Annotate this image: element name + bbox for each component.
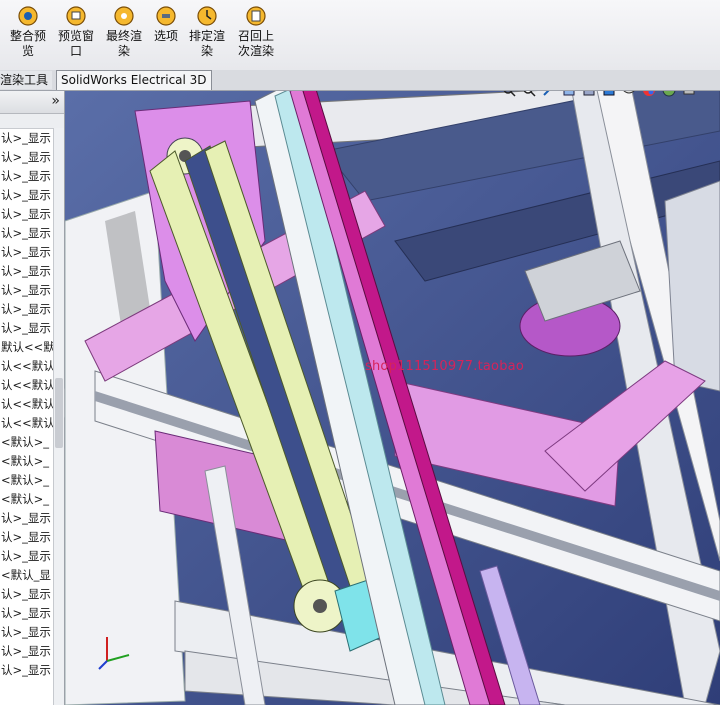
heads-up-view-toolbar xyxy=(502,91,696,101)
previous-view-icon[interactable] xyxy=(542,91,556,97)
edit-appearance-icon[interactable] xyxy=(642,91,656,97)
tree-scroll-thumb[interactable] xyxy=(55,378,63,448)
hide-show-icon[interactable] xyxy=(622,91,636,97)
tree-filter-strip xyxy=(0,114,64,129)
preview-window-label: 预览窗 口 xyxy=(57,29,94,58)
render-ribbon: 整合预 览 预览窗 口 最终渲 染 选项 排定渲 染 召回上 次渲染 xyxy=(0,0,720,71)
command-tabs: 渲染工具 SolidWorks Electrical 3D xyxy=(0,70,720,91)
lower-pulley-hub xyxy=(313,599,327,613)
preview-window-icon xyxy=(66,6,86,26)
integrated-preview-label: 整合预 览 xyxy=(9,29,46,58)
integrated-preview-button[interactable]: 整合预 览 xyxy=(4,0,52,68)
schedule-render-button[interactable]: 排定渲 染 xyxy=(184,0,230,68)
feature-manager-tree: » 认>_显示 认>_显示 认>_显示 认>_显示 认>_显示 认>_显示 认>… xyxy=(0,91,65,705)
recall-render-icon xyxy=(246,6,266,26)
view-orientation-icon[interactable] xyxy=(582,91,596,97)
zoom-area-icon[interactable] xyxy=(522,91,536,97)
options-icon xyxy=(156,6,176,26)
scene-icon[interactable] xyxy=(662,91,676,97)
expand-panel-chevron-icon[interactable]: » xyxy=(51,93,60,109)
final-render-icon xyxy=(114,6,134,26)
graphics-viewport[interactable]: shop111510977.taobao xyxy=(65,91,720,705)
recall-render-label: 召回上 次渲染 xyxy=(237,29,274,58)
final-render-button[interactable]: 最终渲 染 xyxy=(100,0,148,68)
tab-render-tools[interactable]: 渲染工具 xyxy=(0,71,53,89)
schedule-render-icon xyxy=(197,6,217,26)
view-settings-icon[interactable] xyxy=(682,91,696,97)
integrated-preview-icon xyxy=(18,6,38,26)
tree-scrollbar[interactable] xyxy=(53,128,64,705)
display-style-icon[interactable] xyxy=(602,91,616,97)
zoom-fit-icon[interactable] xyxy=(502,91,516,97)
coordinate-triad-icon xyxy=(98,637,130,670)
watermark-text: shop111510977.taobao xyxy=(365,359,524,374)
tree-header: » xyxy=(0,91,64,114)
cad-model-render xyxy=(65,91,720,705)
tab-solidworks-electrical[interactable]: SolidWorks Electrical 3D xyxy=(56,70,212,90)
schedule-render-label: 排定渲 染 xyxy=(188,29,225,58)
options-button[interactable]: 选项 xyxy=(146,0,186,68)
section-view-icon[interactable] xyxy=(562,91,576,97)
preview-window-button[interactable]: 预览窗 口 xyxy=(52,0,100,68)
recall-render-button[interactable]: 召回上 次渲染 xyxy=(230,0,282,68)
options-label: 选项 xyxy=(153,29,178,43)
final-render-label: 最终渲 染 xyxy=(105,29,142,58)
solidworks-window: 整合预 览 预览窗 口 最终渲 染 选项 排定渲 染 召回上 次渲染 渲染工具 … xyxy=(0,0,720,705)
